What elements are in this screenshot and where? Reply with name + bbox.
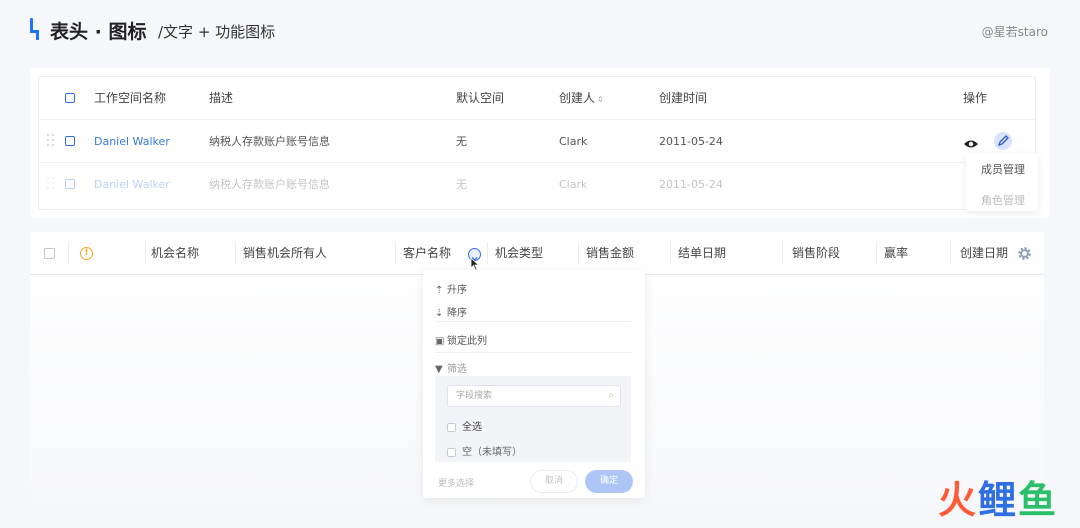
workspace-card: 工作空间名称 描述 默认空间 创建人 ⇕ 创建时间 操作 Daniel Walke… bbox=[30, 68, 1050, 218]
empty-value-option[interactable]: 空（未填写） bbox=[447, 443, 522, 458]
select-all-checkbox[interactable] bbox=[65, 93, 75, 103]
cancel-button[interactable]: 取消 bbox=[530, 470, 578, 493]
col-workspace-name: 工作空间名称 bbox=[94, 91, 167, 105]
col-closing-date: 结单日期 bbox=[678, 246, 727, 260]
search-icon: ⌕ bbox=[608, 390, 614, 401]
col-customer-name: 客户名称 bbox=[403, 246, 452, 260]
sort-descending-option[interactable]: ⇣ 降序 bbox=[435, 304, 467, 319]
opportunity-table-header: ! 机会名称 销售机会所有人 客户名称 机会类型 销售金额 结单日期 销售阶段 … bbox=[30, 232, 1044, 275]
col-creator[interactable]: 创建人 ⇕ bbox=[559, 77, 604, 120]
workspace-table: 工作空间名称 描述 默认空间 创建人 ⇕ 创建时间 操作 Daniel Walke… bbox=[38, 76, 1036, 210]
description-cell: 纳税人存款账户账号信息 bbox=[209, 178, 330, 191]
field-search-input[interactable]: 字段搜索 ⌕ bbox=[447, 385, 621, 407]
default-space-cell: 无 bbox=[456, 135, 467, 148]
watermark-char-2: 鲤 bbox=[977, 478, 1018, 522]
watermark-char-1: 火 bbox=[937, 478, 978, 522]
lock-column-option[interactable]: ▣ 锁定此列 bbox=[435, 332, 487, 347]
col-creation-date: 创建日期 bbox=[960, 246, 1009, 260]
eye-icon[interactable] bbox=[963, 135, 979, 148]
lock-icon: ▣ bbox=[435, 336, 445, 347]
workspace-name-link[interactable]: Daniel Walker bbox=[94, 120, 170, 163]
page-subtitle: /文字 + 功能图标 bbox=[158, 23, 276, 41]
created-time-cell: 2011-05-24 bbox=[659, 178, 723, 191]
checkbox[interactable] bbox=[447, 447, 456, 457]
more-options-link[interactable]: 更多选择 bbox=[438, 476, 474, 489]
author-credit: @星若staro bbox=[981, 25, 1048, 39]
confirm-button[interactable]: 确定 bbox=[585, 470, 633, 493]
watermark-char-3: 鱼 bbox=[1017, 478, 1058, 522]
table-header-row: 工作空间名称 描述 默认空间 创建人 ⇕ 创建时间 操作 bbox=[39, 77, 1035, 120]
action-menu: 成员管理 角色管理 bbox=[966, 153, 1038, 211]
select-all-checkbox[interactable] bbox=[44, 248, 55, 259]
workspace-name-link[interactable]: Daniel Walker bbox=[94, 163, 170, 206]
col-creator-label: 创建人 bbox=[559, 91, 596, 105]
col-opportunity-name: 机会名称 bbox=[151, 246, 200, 260]
checkbox[interactable] bbox=[447, 422, 456, 432]
select-all-option[interactable]: 全选 bbox=[447, 418, 482, 433]
sort-asc-icon: ⇡ bbox=[435, 285, 444, 296]
watermark-logo: 火鲤鱼 bbox=[938, 469, 1058, 524]
col-created-time: 创建时间 bbox=[659, 91, 708, 105]
column-filter-dropdown: ⇡ 升序 ⇣ 降序 ▣ 锁定此列 ▼ 筛选 字段搜索 ⌕ 全选 空（未填写） 更多选择 取… bbox=[423, 270, 645, 498]
col-default-space: 默认空间 bbox=[456, 91, 505, 105]
row-checkbox[interactable] bbox=[65, 179, 75, 189]
creator-cell: Clark bbox=[559, 178, 588, 191]
col-sales-amount: 销售金额 bbox=[586, 246, 635, 260]
description-cell: 纳税人存款账户账号信息 bbox=[209, 135, 330, 148]
menu-item-member-management[interactable]: 成员管理 bbox=[981, 161, 1025, 177]
sort-ascending-option[interactable]: ⇡ 升序 bbox=[435, 281, 467, 296]
table-row[interactable]: Daniel Walker 纳税人存款账户账号信息 无 Clark 2011-0… bbox=[39, 120, 1035, 163]
default-space-cell: 无 bbox=[456, 178, 467, 191]
filter-section-label: ▼ 筛选 bbox=[435, 364, 467, 375]
filter-panel: 字段搜索 ⌕ 全选 空（未填写） bbox=[435, 376, 631, 462]
col-opportunity-type: 机会类型 bbox=[495, 246, 544, 260]
sort-icon[interactable]: ⇕ bbox=[597, 95, 604, 104]
col-actions: 操作 bbox=[963, 91, 988, 105]
edit-icon[interactable] bbox=[994, 132, 1012, 150]
gear-icon[interactable] bbox=[1017, 246, 1032, 265]
created-time-cell: 2011-05-24 bbox=[659, 135, 723, 148]
row-checkbox[interactable] bbox=[65, 136, 75, 146]
accent-bar bbox=[30, 18, 39, 40]
funnel-icon: ▼ bbox=[435, 364, 443, 375]
menu-item-role-management[interactable]: 角色管理 bbox=[981, 192, 1025, 208]
creator-cell: Clark bbox=[559, 135, 588, 148]
col-sales-stage: 销售阶段 bbox=[792, 246, 841, 260]
col-description: 描述 bbox=[209, 91, 234, 105]
table-row[interactable]: Daniel Walker 纳税人存款账户账号信息 无 Clark 2011-0… bbox=[39, 163, 1035, 206]
warning-icon: ! bbox=[80, 247, 93, 260]
drag-handle-icon[interactable] bbox=[47, 177, 55, 191]
col-win-rate: 赢率 bbox=[884, 246, 909, 260]
drag-handle-icon[interactable] bbox=[47, 134, 55, 148]
sort-desc-icon: ⇣ bbox=[435, 308, 444, 319]
col-opportunity-owner: 销售机会所有人 bbox=[243, 246, 328, 260]
page-title: 表头 · 图标 bbox=[50, 21, 147, 43]
